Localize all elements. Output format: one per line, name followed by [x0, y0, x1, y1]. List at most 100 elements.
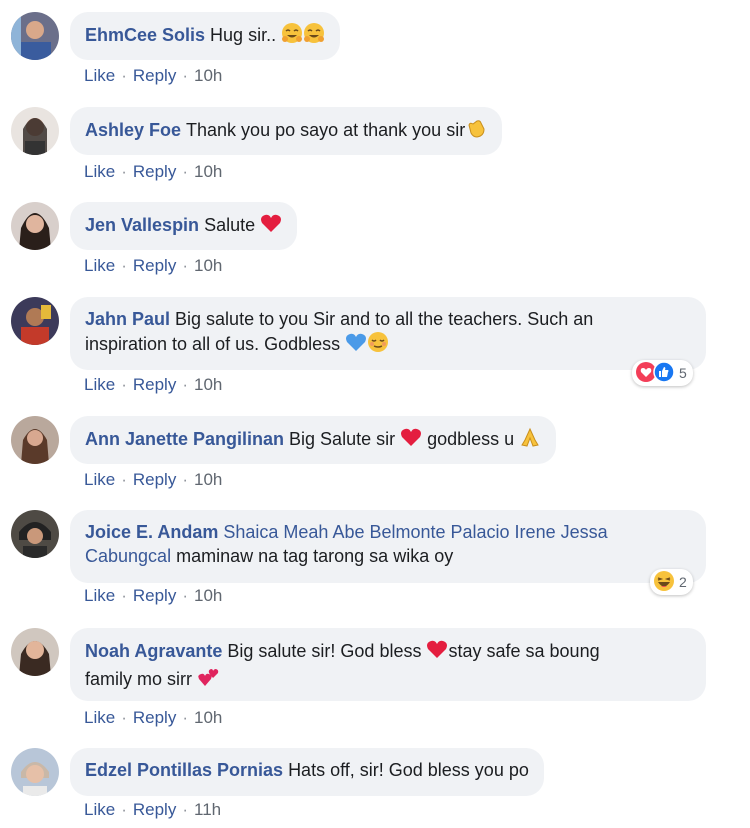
separator-dot: ·: [121, 586, 127, 605]
comment-text: Thank you po sayo at thank you sir: [186, 120, 466, 140]
comment-line: Cabungcal maminaw na tag tarong sa wika …: [85, 544, 691, 568]
reaction-count: 2: [679, 574, 687, 590]
tagged-users[interactable]: Shaica Meah Abe Belmonte Palacio Irene J…: [223, 522, 607, 542]
comment-bubble: Ann Janette Pangilinan Big Salute sir god…: [70, 416, 557, 464]
separator-dot: ·: [121, 375, 127, 394]
like-link[interactable]: Like: [84, 66, 115, 85]
comment-timestamp[interactable]: 11h: [194, 800, 221, 819]
comment-line: Noah Agravante Big salute sir! God bless …: [85, 638, 691, 666]
comment-bubble: Joice E. Andam Shaica Meah Abe Belmonte P…: [70, 510, 706, 583]
comment-text: Big Salute sir: [289, 429, 396, 449]
reaction-count: 5: [679, 365, 687, 381]
reaction-summary[interactable]: 2: [650, 569, 693, 595]
red-heart-icon: [426, 638, 448, 666]
comment-bubble: Jen Vallespin Salute: [70, 202, 298, 250]
comment-text: godbless u: [427, 429, 515, 449]
like-link[interactable]: Like: [84, 256, 115, 275]
reply-link[interactable]: Reply: [133, 162, 176, 181]
commenter-name[interactable]: Jen Vallespin: [85, 215, 199, 235]
commenter-name[interactable]: Jahn Paul: [85, 309, 170, 329]
comment-text: Big salute sir! God bless: [227, 641, 422, 661]
comment-actions: Like · Reply · 11h: [84, 800, 221, 820]
comment-timestamp[interactable]: 10h: [194, 586, 222, 605]
reply-link[interactable]: Reply: [133, 375, 176, 394]
avatar[interactable]: [11, 12, 59, 60]
avatar[interactable]: [11, 628, 59, 676]
folded-hands-icon: [519, 426, 541, 454]
reply-link[interactable]: Reply: [133, 256, 176, 275]
commenter-name[interactable]: Ann Janette Pangilinan: [85, 429, 284, 449]
commenter-name[interactable]: Noah Agravante: [85, 641, 222, 661]
red-heart-icon: [400, 426, 422, 454]
hug-emoji-icon: [303, 22, 325, 50]
commenter-name[interactable]: Ashley Foe: [85, 120, 181, 140]
comment-bubble: Noah Agravante Big salute sir! God bless …: [70, 628, 706, 701]
avatar[interactable]: [11, 202, 59, 250]
comment-timestamp[interactable]: 10h: [194, 162, 222, 181]
separator-dot: ·: [182, 162, 188, 181]
comment-timestamp[interactable]: 10h: [194, 66, 222, 85]
tagged-users[interactable]: Cabungcal: [85, 546, 171, 566]
reaction-summary[interactable]: 5: [632, 360, 693, 386]
separator-dot: ·: [121, 708, 127, 727]
comment-actions: Like · Reply · 10h: [84, 375, 222, 395]
separator-dot: ·: [121, 256, 127, 275]
relieved-face-icon: [367, 331, 389, 359]
reply-link[interactable]: Reply: [133, 708, 176, 727]
separator-dot: ·: [182, 375, 188, 394]
avatar[interactable]: [11, 416, 59, 464]
separator-dot: ·: [182, 800, 188, 819]
comment-text: inspiration to all of us. Godbless: [85, 334, 341, 354]
comment-actions: Like · Reply · 10h: [84, 586, 222, 606]
separator-dot: ·: [182, 66, 188, 85]
commenter-name[interactable]: Joice E. Andam: [85, 522, 218, 542]
comment-bubble: Jahn Paul Big salute to you Sir and to al…: [70, 297, 706, 370]
comment-text: family mo sirr: [85, 669, 192, 689]
comment-text: maminaw na tag tarong sa wika oy: [176, 546, 454, 566]
comment-bubble: Edzel Pontillas Pornias Hats off, sir! Go…: [70, 748, 544, 796]
two-hearts-icon: [197, 666, 221, 694]
reply-link[interactable]: Reply: [133, 586, 176, 605]
comment-text: Hats off, sir! God bless you po: [288, 760, 529, 780]
comment-bubble: EhmCee Solis Hug sir..: [70, 12, 341, 60]
like-link[interactable]: Like: [84, 586, 115, 605]
comment-text: Salute: [204, 215, 256, 235]
like-link[interactable]: Like: [84, 162, 115, 181]
comment-line: inspiration to all of us. Godbless: [85, 331, 691, 359]
like-link[interactable]: Like: [84, 470, 115, 489]
comment-timestamp[interactable]: 10h: [194, 375, 222, 394]
avatar[interactable]: [11, 297, 59, 345]
commenter-name[interactable]: EhmCee Solis: [85, 25, 205, 45]
avatar[interactable]: [11, 107, 59, 155]
comment-actions: Like · Reply · 10h: [84, 470, 222, 490]
separator-dot: ·: [121, 800, 127, 819]
reply-link[interactable]: Reply: [133, 470, 176, 489]
separator-dot: ·: [121, 470, 127, 489]
like-link[interactable]: Like: [84, 375, 115, 394]
comment-line: Jahn Paul Big salute to you Sir and to al…: [85, 307, 691, 331]
reply-link[interactable]: Reply: [133, 800, 176, 819]
comment-actions: Like · Reply · 10h: [84, 708, 222, 728]
red-heart-icon: [260, 212, 282, 240]
comment-text: stay safe sa boung: [448, 641, 600, 661]
separator-dot: ·: [182, 586, 188, 605]
commenter-name[interactable]: Edzel Pontillas Pornias: [85, 760, 283, 780]
comment-timestamp[interactable]: 10h: [194, 256, 222, 275]
reply-link[interactable]: Reply: [133, 66, 176, 85]
comment-actions: Like · Reply · 10h: [84, 162, 222, 182]
like-link[interactable]: Like: [84, 800, 115, 819]
hug-emoji-icon: [281, 22, 303, 50]
comment-timestamp[interactable]: 10h: [194, 470, 222, 489]
avatar[interactable]: [11, 748, 59, 796]
comment-text: Big salute to you Sir and to all the tea…: [175, 309, 594, 329]
like-link[interactable]: Like: [84, 708, 115, 727]
separator-dot: ·: [121, 162, 127, 181]
avatar[interactable]: [11, 510, 59, 558]
comment-text: Hug sir..: [210, 25, 277, 45]
like-reaction-icon: [653, 360, 675, 386]
comment-line: Joice E. Andam Shaica Meah Abe Belmonte P…: [85, 520, 691, 544]
separator-dot: ·: [182, 708, 188, 727]
haha-reaction-icon: [653, 570, 675, 595]
comment-timestamp[interactable]: 10h: [194, 708, 222, 727]
comment-line: family mo sirr: [85, 666, 691, 694]
